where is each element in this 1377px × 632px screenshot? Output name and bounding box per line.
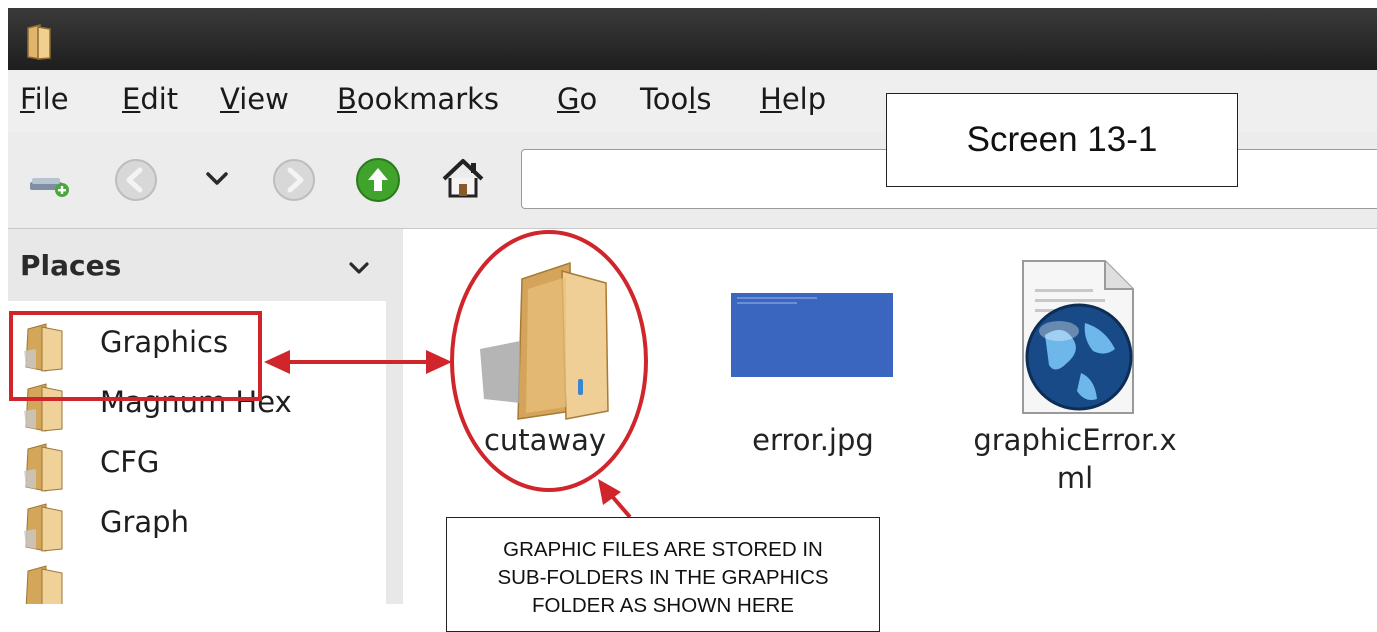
highlight-box [9, 311, 262, 401]
callout-line: SUB-FOLDERS IN THE GRAPHICS [497, 566, 829, 589]
arrowhead-right [426, 350, 452, 374]
callout-box: GRAPHIC FILES ARE STORED IN SUB-FOLDERS … [446, 517, 880, 632]
highlight-ellipse [450, 230, 648, 492]
arrowhead-left [264, 350, 290, 374]
callout-line: FOLDER AS SHOWN HERE [532, 594, 794, 617]
callout-line: GRAPHIC FILES ARE STORED IN [503, 538, 823, 561]
callout-pointer-line [609, 493, 632, 519]
